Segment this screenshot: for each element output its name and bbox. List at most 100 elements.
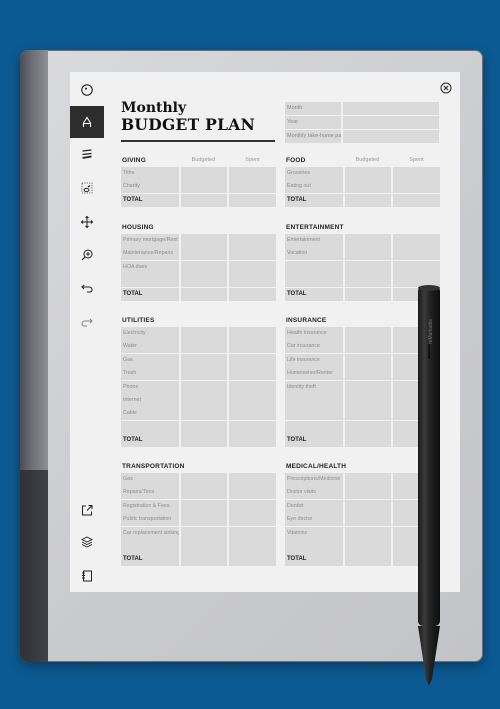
budgeted-total-cell[interactable] bbox=[180, 553, 228, 567]
budgeted-cell[interactable] bbox=[180, 486, 228, 500]
row-label[interactable]: Internet bbox=[121, 393, 179, 407]
row-label[interactable]: HOA dues bbox=[121, 260, 179, 274]
budgeted-cell[interactable] bbox=[180, 420, 228, 434]
budgeted-cell[interactable] bbox=[180, 260, 228, 274]
budgeted-cell[interactable] bbox=[344, 353, 392, 367]
spent-total-cell[interactable] bbox=[393, 193, 440, 207]
spent-cell[interactable] bbox=[229, 260, 276, 274]
budgeted-cell[interactable] bbox=[344, 393, 392, 407]
budgeted-cell[interactable] bbox=[344, 539, 392, 553]
row-label[interactable]: Electricity bbox=[121, 327, 179, 340]
budgeted-cell[interactable] bbox=[344, 274, 392, 288]
row-label[interactable]: Vitamins bbox=[285, 526, 343, 540]
row-label[interactable]: Tithe bbox=[121, 167, 179, 180]
spent-cell[interactable] bbox=[229, 380, 276, 394]
brush-button[interactable] bbox=[70, 138, 104, 170]
row-label[interactable]: Gas bbox=[121, 353, 179, 367]
spent-total-cell[interactable] bbox=[229, 193, 276, 207]
budgeted-cell[interactable] bbox=[180, 234, 228, 247]
budgeted-cell[interactable] bbox=[180, 513, 228, 527]
row-label[interactable]: Doctor visits bbox=[285, 486, 343, 500]
notebook-button[interactable] bbox=[70, 560, 104, 592]
row-label[interactable] bbox=[285, 539, 343, 553]
row-label[interactable]: Water bbox=[121, 340, 179, 354]
spent-cell[interactable] bbox=[229, 473, 276, 486]
row-label[interactable] bbox=[285, 407, 343, 421]
row-label[interactable]: Groceries bbox=[285, 167, 343, 180]
layers-button[interactable] bbox=[70, 526, 104, 558]
spent-total-cell[interactable] bbox=[229, 553, 276, 567]
row-label[interactable]: Identity theft bbox=[285, 380, 343, 394]
close-button[interactable] bbox=[440, 81, 452, 94]
budgeted-cell[interactable] bbox=[344, 167, 392, 180]
row-label[interactable]: Prescriptions/Medicine bbox=[285, 473, 343, 486]
budgeted-cell[interactable] bbox=[180, 180, 228, 194]
spent-total-cell[interactable] bbox=[229, 434, 276, 448]
row-label[interactable]: Life insurance bbox=[285, 353, 343, 367]
move-button[interactable] bbox=[70, 206, 104, 238]
spent-cell[interactable] bbox=[393, 234, 440, 247]
take-home-pay-field[interactable] bbox=[343, 130, 439, 143]
budgeted-cell[interactable] bbox=[344, 473, 392, 486]
row-label[interactable] bbox=[285, 274, 343, 288]
row-label[interactable]: Dentist bbox=[285, 499, 343, 513]
spent-cell[interactable] bbox=[393, 247, 440, 261]
spent-cell[interactable] bbox=[229, 393, 276, 407]
row-label[interactable]: Phone bbox=[121, 380, 179, 394]
row-label[interactable] bbox=[285, 393, 343, 407]
budgeted-cell[interactable] bbox=[180, 407, 228, 421]
budgeted-cell[interactable] bbox=[180, 367, 228, 381]
menu-button[interactable] bbox=[70, 74, 104, 106]
spent-cell[interactable] bbox=[229, 234, 276, 247]
spent-cell[interactable] bbox=[229, 353, 276, 367]
row-label[interactable]: Entertainment bbox=[285, 234, 343, 247]
budgeted-cell[interactable] bbox=[344, 367, 392, 381]
budgeted-cell[interactable] bbox=[180, 340, 228, 354]
budgeted-cell[interactable] bbox=[180, 247, 228, 261]
spent-cell[interactable] bbox=[229, 526, 276, 540]
budgeted-cell[interactable] bbox=[344, 380, 392, 394]
budgeted-cell[interactable] bbox=[180, 539, 228, 553]
budgeted-cell[interactable] bbox=[344, 234, 392, 247]
row-label[interactable]: Eye doctor bbox=[285, 513, 343, 527]
row-label[interactable]: Registration & Fees bbox=[121, 499, 179, 513]
spent-cell[interactable] bbox=[393, 180, 440, 194]
row-label[interactable]: Charity bbox=[121, 180, 179, 194]
year-field[interactable] bbox=[343, 116, 439, 129]
redo-button[interactable] bbox=[70, 306, 104, 338]
row-label[interactable]: Primary mortgage/Rent bbox=[121, 234, 179, 247]
budgeted-cell[interactable] bbox=[180, 327, 228, 340]
budgeted-cell[interactable] bbox=[344, 486, 392, 500]
budgeted-total-cell[interactable] bbox=[180, 434, 228, 448]
budgeted-cell[interactable] bbox=[344, 327, 392, 340]
writing-tool-button[interactable] bbox=[70, 106, 104, 138]
row-label[interactable]: Car replacement sinking bbox=[121, 526, 179, 540]
budgeted-cell[interactable] bbox=[344, 247, 392, 261]
budgeted-cell[interactable] bbox=[344, 180, 392, 194]
row-label[interactable] bbox=[285, 260, 343, 274]
row-label[interactable]: Trash bbox=[121, 367, 179, 381]
spent-cell[interactable] bbox=[229, 340, 276, 354]
budgeted-cell[interactable] bbox=[344, 260, 392, 274]
zoom-button[interactable] bbox=[70, 239, 104, 271]
budgeted-cell[interactable] bbox=[344, 513, 392, 527]
budgeted-total-cell[interactable] bbox=[180, 287, 228, 301]
budgeted-cell[interactable] bbox=[344, 420, 392, 434]
spent-cell[interactable] bbox=[229, 486, 276, 500]
row-label[interactable] bbox=[121, 274, 179, 288]
budgeted-cell[interactable] bbox=[344, 340, 392, 354]
row-label[interactable]: Public transportation bbox=[121, 513, 179, 527]
budgeted-total-cell[interactable] bbox=[344, 193, 392, 207]
budgeted-total-cell[interactable] bbox=[344, 434, 392, 448]
budgeted-total-cell[interactable] bbox=[344, 287, 392, 301]
row-label[interactable]: Health insurance bbox=[285, 327, 343, 340]
row-label[interactable]: Car insurance bbox=[285, 340, 343, 354]
spent-cell[interactable] bbox=[229, 167, 276, 180]
budgeted-total-cell[interactable] bbox=[344, 553, 392, 567]
budgeted-cell[interactable] bbox=[180, 473, 228, 486]
row-label[interactable]: Repairs/Tires bbox=[121, 486, 179, 500]
row-label[interactable]: Gas bbox=[121, 473, 179, 486]
budgeted-cell[interactable] bbox=[180, 499, 228, 513]
budgeted-cell[interactable] bbox=[180, 526, 228, 540]
spent-cell[interactable] bbox=[229, 274, 276, 288]
